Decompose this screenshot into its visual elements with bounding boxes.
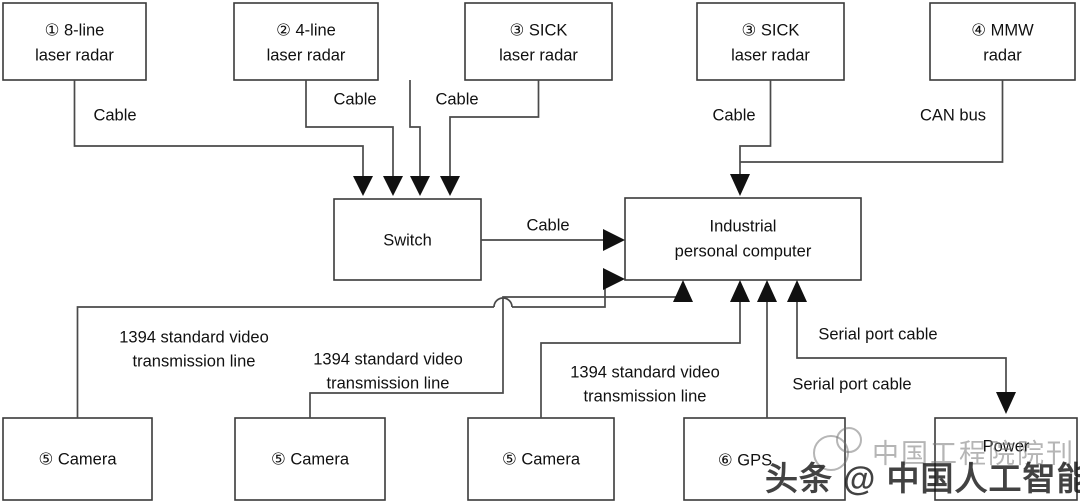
- arrow-head-down: [996, 392, 1016, 414]
- node-sick-laser-radar-2-label-line1: ③ SICK: [742, 21, 800, 39]
- edge-sick2-to-ipc: [730, 80, 772, 196]
- node-power-box: [934, 417, 1078, 501]
- edge-label-cable-sick1: Cable: [435, 90, 478, 108]
- node-gps-label: ⑥ GPS: [718, 451, 772, 469]
- edge-ipc-to-power: [787, 280, 1016, 414]
- node-mmw-radar[interactable]: ④ MMW radar: [929, 2, 1076, 81]
- edge-sick1-to-switch: [409, 80, 430, 196]
- node-radar-8line-box: [2, 2, 147, 81]
- edge-8line-to-switch: [73, 80, 373, 196]
- edge-label-video-a-line2: transmission line: [133, 352, 256, 370]
- node-radar-4line-label-line1: ② 4-line: [276, 21, 336, 39]
- node-gps[interactable]: ⑥ GPS: [683, 417, 846, 501]
- node-power-label: Power: [983, 437, 1030, 455]
- arrow-head-up: [730, 280, 750, 302]
- node-radar-8line[interactable]: ① 8-line laser radar: [2, 2, 147, 81]
- node-radar-4line[interactable]: ② 4-line laser radar: [233, 2, 379, 81]
- node-switch-label: Switch: [383, 231, 432, 249]
- node-camera-2[interactable]: ⑤ Camera: [234, 417, 386, 501]
- node-mmw-radar-label-line1: ④ MMW: [971, 21, 1034, 39]
- node-camera-1-label: ⑤ Camera: [38, 450, 117, 468]
- node-sick-laser-radar-1[interactable]: ③ SICK laser radar: [464, 2, 613, 81]
- edge-label-cable-8line: Cable: [93, 106, 136, 124]
- edge-gps-to-ipc: [757, 280, 777, 418]
- node-camera-3-label: ⑤ Camera: [502, 450, 581, 468]
- edge-label-cable-switch-ipc: Cable: [526, 216, 569, 234]
- node-power[interactable]: Power: [934, 417, 1078, 501]
- arrow-head-up: [787, 280, 807, 302]
- node-ipc-label-line1: Industrial: [710, 217, 777, 235]
- node-radar-8line-label-line2: laser radar: [35, 46, 114, 64]
- node-ipc-box: [624, 197, 862, 281]
- edge-label-can-bus: CAN bus: [920, 106, 986, 124]
- node-sick-laser-radar-1-label-line1: ③ SICK: [510, 21, 568, 39]
- edge-label-video-c-line1: 1394 standard video: [570, 363, 720, 381]
- node-radar-4line-box: [233, 2, 379, 81]
- edge-label-video-b-line1: 1394 standard video: [313, 350, 463, 368]
- node-radar-8line-label-line1: ① 8-line: [45, 21, 105, 39]
- node-sick-laser-radar-1-label-line2: laser radar: [499, 46, 578, 64]
- node-sick-laser-radar-2[interactable]: ③ SICK laser radar: [696, 2, 845, 81]
- node-sick-laser-radar-1-box: [464, 2, 613, 81]
- arrow-head-up: [673, 280, 693, 302]
- node-mmw-radar-label-line2: radar: [983, 46, 1022, 64]
- node-ipc-label-line2: personal computer: [675, 242, 812, 260]
- node-mmw-radar-box: [929, 2, 1076, 81]
- node-industrial-personal-computer[interactable]: Industrial personal computer: [624, 197, 862, 281]
- arrow-head-right: [603, 229, 625, 251]
- edge-label-video-a-line1: 1394 standard video: [119, 328, 269, 346]
- edge-label-cable-sick2: Cable: [712, 106, 755, 124]
- edge-label-video-c-line2: transmission line: [584, 387, 707, 405]
- node-switch[interactable]: Switch: [333, 198, 482, 281]
- system-architecture-diagram: ① 8-line laser radar ② 4-line laser rada…: [2, 2, 1078, 501]
- edge-label-serial-port-cable-power: Serial port cable: [818, 325, 937, 343]
- diagram-canvas: ① 8-line laser radar ② 4-line laser rada…: [0, 0, 1080, 502]
- node-camera-3[interactable]: ⑤ Camera: [467, 417, 615, 501]
- arrow-head-right: [603, 268, 625, 290]
- arrow-head-down: [383, 176, 403, 196]
- edge-label-cable-4line: Cable: [333, 90, 376, 108]
- node-camera-2-label: ⑤ Camera: [271, 450, 350, 468]
- node-radar-4line-label-line2: laser radar: [267, 46, 346, 64]
- arrow-head-up: [757, 280, 777, 302]
- arrow-head-down: [410, 176, 430, 196]
- arrow-head-down: [730, 174, 750, 196]
- node-sick-laser-radar-2-label-line2: laser radar: [731, 46, 810, 64]
- edge-label-video-b-line2: transmission line: [327, 374, 450, 392]
- node-sick-laser-radar-2-box: [696, 2, 845, 81]
- arrow-head-down: [353, 176, 373, 196]
- edge-label-serial-port-cable-gps: Serial port cable: [792, 375, 911, 393]
- node-camera-1[interactable]: ⑤ Camera: [2, 417, 153, 501]
- arrow-head-down: [440, 176, 460, 196]
